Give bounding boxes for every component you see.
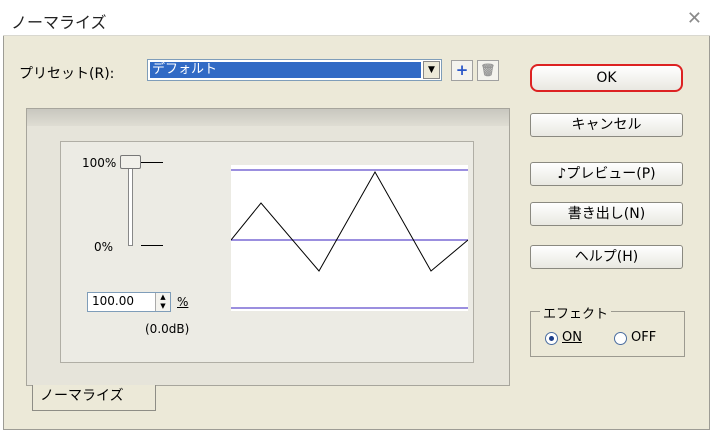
tab-normalize[interactable]: ノーマライズ xyxy=(32,385,156,411)
effect-on-radio[interactable] xyxy=(545,332,558,345)
preset-label: プリセット(R): xyxy=(19,66,115,82)
slider-tick-bottom xyxy=(141,245,163,246)
slider-tick-top xyxy=(141,162,163,163)
waveform-graph xyxy=(230,165,469,311)
export-button[interactable]: 書き出し(N) xyxy=(530,202,683,226)
chevron-down-icon[interactable]: ▼ xyxy=(423,61,440,79)
cancel-button[interactable]: キャンセル xyxy=(530,113,683,137)
percent-unit: % xyxy=(177,295,189,309)
trash-icon[interactable]: 🗑 xyxy=(477,60,499,81)
slider-top-label: 100% xyxy=(82,156,117,170)
effect-on-label[interactable]: ON xyxy=(562,330,582,345)
level-value: 100.00 xyxy=(92,294,134,308)
level-slider-track[interactable] xyxy=(128,160,133,246)
window-title: ノーマライズ xyxy=(11,13,107,32)
title-bar: ノーマライズ ✕ xyxy=(3,3,710,36)
close-icon[interactable]: ✕ xyxy=(687,8,702,29)
plus-icon[interactable]: + xyxy=(451,60,473,81)
preview-button[interactable]: ♪プレビュー(P) xyxy=(530,162,683,186)
db-readout: (0.0dB) xyxy=(145,322,190,336)
spin-arrows-icon[interactable]: ▲ ▼ xyxy=(155,293,170,311)
effect-off-radio[interactable] xyxy=(614,332,627,345)
effect-label: エフェクト xyxy=(540,303,612,322)
waveform-line xyxy=(230,170,469,272)
slider-bottom-label: 0% xyxy=(94,240,114,254)
level-value-field[interactable]: 100.00 ▲ ▼ xyxy=(87,292,171,312)
effect-off-label[interactable]: OFF xyxy=(631,330,656,345)
level-slider-thumb[interactable] xyxy=(120,155,141,169)
help-button[interactable]: ヘルプ(H) xyxy=(530,245,683,269)
preset-value: デフォルト xyxy=(150,62,421,78)
ok-button[interactable]: OK xyxy=(530,64,683,92)
preset-select[interactable]: デフォルト ▼ xyxy=(147,59,442,81)
panel-header xyxy=(27,109,509,126)
